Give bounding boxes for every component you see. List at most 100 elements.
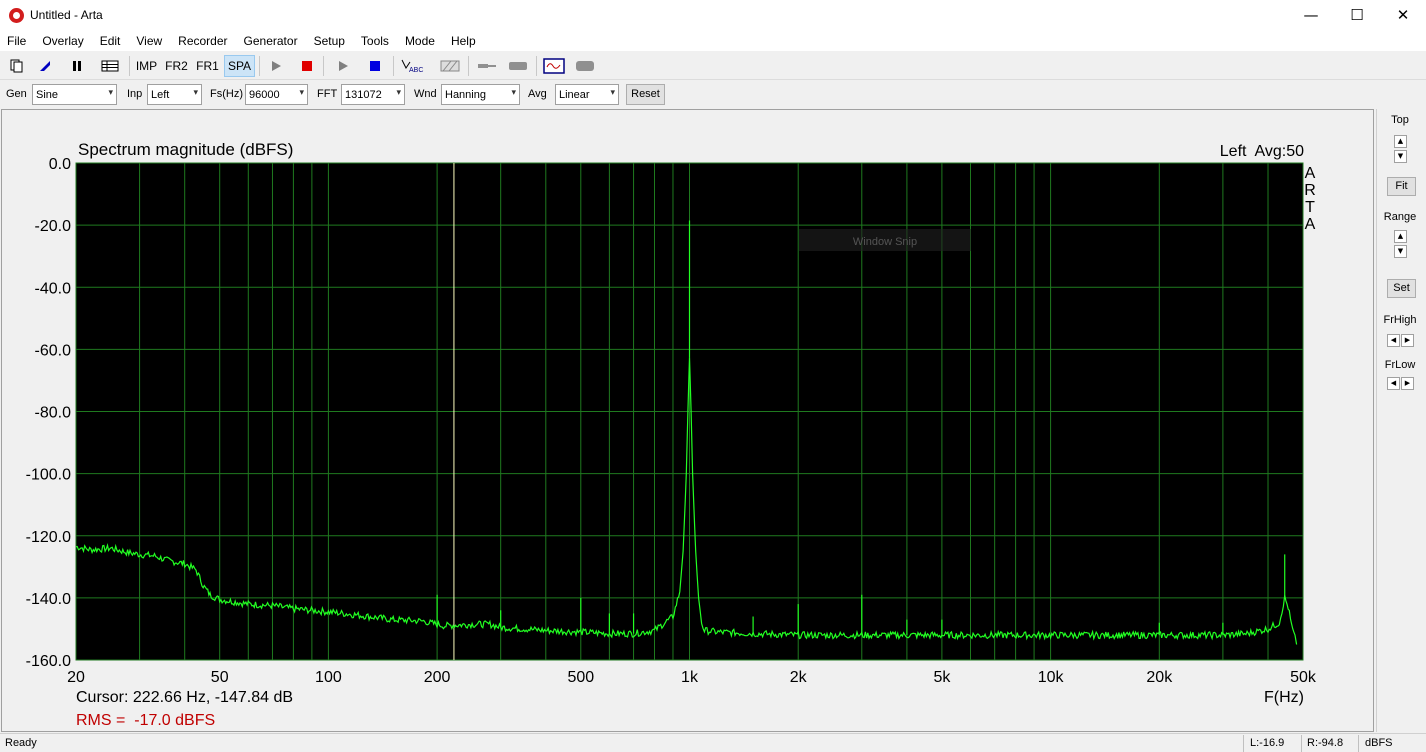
range-down-icon[interactable]: ▼ [1394, 245, 1407, 258]
menu-edit[interactable]: Edit [92, 31, 129, 51]
fit-button[interactable]: Fit [1387, 177, 1416, 196]
new-file-icon[interactable] [6, 55, 28, 77]
chevron-down-icon: ▾ [511, 88, 516, 98]
top-down-icon[interactable]: ▼ [1394, 150, 1407, 163]
table-icon[interactable] [98, 55, 122, 77]
abc-icon[interactable]: ABC [398, 55, 426, 77]
fft-value: 131072 [345, 89, 382, 101]
y-tick-label: -120.0 [26, 529, 71, 546]
x-axis-label: F(Hz) [1264, 689, 1304, 706]
options-bar: Gen Sine ▾ Inp Left ▾ Fs(Hz) 96000 ▾ FFT 13… [0, 81, 1426, 109]
spectrum-chart[interactable]: Spectrum magnitude (dBFS) Left Avg:50 0.… [2, 110, 1373, 731]
menu-generator[interactable]: Generator [236, 31, 306, 51]
device-icon[interactable] [505, 55, 531, 77]
pause-icon[interactable] [66, 55, 88, 77]
gen-value: Sine [36, 89, 59, 101]
spa-mode-button[interactable]: SPA [224, 55, 255, 77]
y-tick-label: -100.0 [26, 467, 71, 484]
abc-icon-label: ABC [409, 67, 423, 74]
menu-tools[interactable]: Tools [353, 31, 397, 51]
menu-recorder[interactable]: Recorder [170, 31, 235, 51]
x-tick-label: 100 [315, 669, 342, 686]
x-tick-label: 10k [1038, 669, 1065, 686]
spectrum-plot-area[interactable]: Spectrum magnitude (dBFS) Left Avg:50 0.… [1, 109, 1374, 732]
fs-value: 96000 [249, 89, 280, 101]
probe-icon[interactable] [474, 55, 500, 77]
fft-label: FFT [317, 88, 338, 100]
wnd-label: Wnd [414, 88, 437, 100]
frhigh-left-icon[interactable]: ◀ [1387, 334, 1400, 347]
menu-setup[interactable]: Setup [306, 31, 353, 51]
top-up-icon[interactable]: ▲ [1394, 135, 1407, 148]
cursor-readout: Cursor: 222.66 Hz, -147.84 dB [76, 689, 293, 706]
reset-button[interactable]: Reset [626, 84, 665, 105]
y-tick-label: -140.0 [26, 591, 71, 608]
status-bar: Ready L:-16.9 R:-94.8 dBFS [0, 733, 1426, 752]
chevron-down-icon: ▾ [610, 88, 615, 98]
hatched-icon[interactable] [437, 55, 463, 77]
y-tick-label: -40.0 [35, 280, 72, 297]
minimize-button[interactable]: — [1288, 0, 1334, 31]
frhigh-right-icon[interactable]: ▶ [1401, 334, 1414, 347]
chevron-down-icon: ▾ [396, 88, 401, 98]
fr1-mode-button[interactable]: FR1 [193, 55, 222, 77]
status-separator [1243, 735, 1244, 752]
generator-play-icon[interactable] [332, 55, 354, 77]
maximize-button[interactable]: ☐ [1334, 0, 1380, 31]
x-tick-label: 2k [790, 669, 808, 686]
menu-view[interactable]: View [128, 31, 170, 51]
marker-icon[interactable] [34, 55, 56, 77]
x-axis-ticks: 20 50 100 200 500 1k 2k 5k 10k 20k 50k [67, 669, 1317, 686]
generator-stop-icon[interactable] [364, 55, 386, 77]
set-button[interactable]: Set [1387, 279, 1416, 298]
x-tick-label: 200 [424, 669, 451, 686]
status-separator [1301, 735, 1302, 752]
y-axis-ticks: 0.0 -20.0 -40.0 -60.0 -80.0 -100.0 -120.0 -140.… [26, 156, 71, 670]
menu-mode[interactable]: Mode [397, 31, 443, 51]
range-label: Range [1383, 211, 1417, 223]
close-button[interactable]: ✕ [1380, 0, 1426, 31]
x-tick-label: 500 [567, 669, 594, 686]
meter-icon[interactable] [572, 55, 598, 77]
toolbar: IMP FR2 FR1 SPA ABC [0, 52, 1426, 80]
status-right-level: R:-94.8 [1307, 737, 1344, 749]
toolbar-separator [323, 56, 324, 76]
chevron-down-icon: ▾ [299, 88, 304, 98]
fft-select[interactable]: 131072 ▾ [341, 84, 405, 105]
rms-readout: RMS = -17.0 dBFS [76, 712, 215, 729]
inp-select[interactable]: Left ▾ [147, 84, 202, 105]
toolbar-separator [468, 56, 469, 76]
avg-label: Avg [528, 88, 547, 100]
menu-overlay[interactable]: Overlay [34, 31, 91, 51]
arta-logo-letter: A [1305, 165, 1316, 182]
gen-select[interactable]: Sine ▾ [32, 84, 117, 105]
app-logo-icon [9, 8, 24, 23]
y-tick-label: -80.0 [35, 405, 72, 422]
channel-info: Left Avg:50 [1220, 143, 1304, 160]
y-tick-label: 0.0 [49, 156, 71, 173]
imp-mode-button[interactable]: IMP [133, 55, 160, 77]
chart-title: Spectrum magnitude (dBFS) [78, 140, 293, 159]
menu-help[interactable]: Help [443, 31, 484, 51]
title-bar: Untitled - Arta — ☐ ✕ [0, 0, 1426, 31]
y-tick-label: -60.0 [35, 342, 72, 359]
toolbar-separator [259, 56, 260, 76]
x-tick-label: 20k [1146, 669, 1173, 686]
stop-record-icon[interactable] [296, 55, 318, 77]
frlow-right-icon[interactable]: ▶ [1401, 377, 1414, 390]
wnd-select[interactable]: Hanning ▾ [441, 84, 520, 105]
range-up-icon[interactable]: ▲ [1394, 230, 1407, 243]
frlow-left-icon[interactable]: ◀ [1387, 377, 1400, 390]
y-tick-label: -160.0 [26, 653, 71, 670]
avg-value: Linear [559, 89, 590, 101]
scope-icon[interactable] [540, 55, 567, 77]
fr2-mode-button[interactable]: FR2 [162, 55, 191, 77]
status-separator [1358, 735, 1359, 752]
y-tick-label: -20.0 [35, 218, 72, 235]
fs-select[interactable]: 96000 ▾ [245, 84, 308, 105]
window-title: Untitled - Arta [30, 8, 103, 22]
menu-file[interactable]: File [0, 31, 34, 51]
menu-bar: File Overlay Edit View Recorder Generato… [0, 31, 1426, 51]
avg-select[interactable]: Linear ▾ [555, 84, 619, 105]
play-icon[interactable] [265, 55, 287, 77]
